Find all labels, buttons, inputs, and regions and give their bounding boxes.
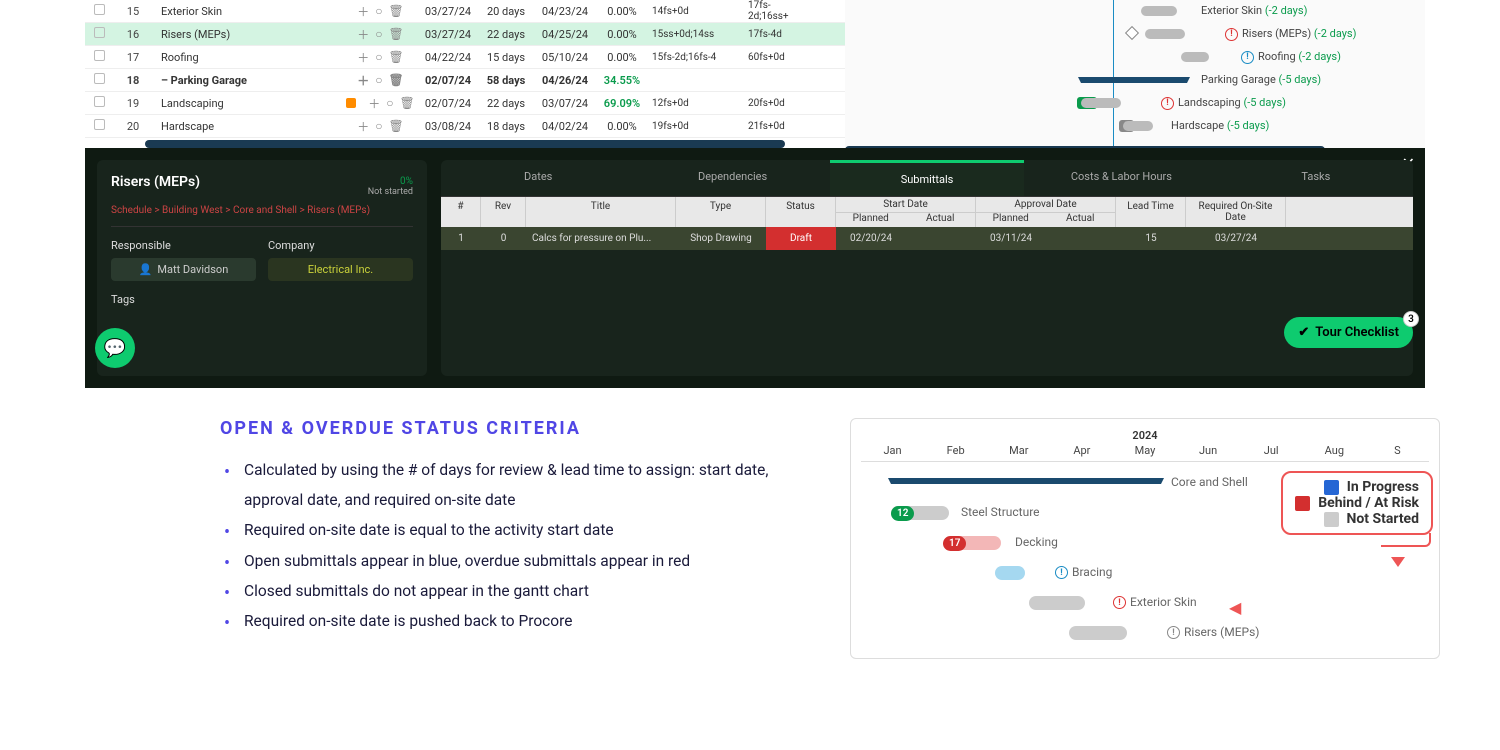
add-icon[interactable]: ＋ (357, 49, 369, 66)
doc-text: OPEN & OVERDUE STATUS CRITERIA Calculate… (220, 418, 820, 659)
gantt-bar[interactable] (1141, 6, 1177, 16)
status-badge: Draft (766, 227, 836, 250)
alert-icon: ! (1167, 626, 1180, 639)
gantt-bar[interactable] (1123, 121, 1153, 131)
row-checkbox[interactable] (94, 27, 105, 38)
gantt-bar[interactable] (1081, 98, 1121, 108)
add-icon[interactable]: ＋ (357, 72, 369, 89)
add-icon[interactable]: ＋ (357, 26, 369, 43)
list-item: Calculated by using the # of days for re… (220, 455, 820, 515)
submittals-header: # Rev Title Type Status Start Date Plann… (441, 197, 1413, 227)
tab-costs-labor-hours[interactable]: Costs & Labor Hours (1024, 160, 1218, 196)
tabs: DatesDependenciesSubmittalsCosts & Labor… (441, 160, 1413, 197)
trash-icon[interactable]: 🗑 (389, 119, 404, 133)
add-icon[interactable]: ＋ (357, 118, 369, 135)
gantt-row: 8Hardscape (-5 days) (845, 115, 1425, 138)
alert-icon: ! (1241, 51, 1254, 64)
responsible-chip[interactable]: 👤Matt Davidson (111, 258, 256, 281)
circle-icon[interactable]: ○ (375, 119, 382, 133)
trash-icon[interactable]: 🗑 (400, 96, 415, 110)
gantt-pane: Exterior Skin (-2 days)!Risers (MEPs) (-… (845, 0, 1425, 148)
responsible-label: Responsible (111, 239, 256, 252)
table-row[interactable]: 17 Roofing ＋○🗑 04/22/24 15 days 05/10/24… (85, 46, 845, 69)
gantt-bar[interactable] (1029, 596, 1085, 610)
list-item: Required on-site date is pushed back to … (220, 606, 820, 636)
company-label: Company (268, 239, 413, 252)
alert-icon: ! (1161, 97, 1174, 110)
gantt-row: !Roofing (-2 days) (845, 46, 1425, 69)
gantt-bar[interactable] (1145, 29, 1185, 39)
table-row[interactable]: 18 – Parking Garage ＋○🗑 02/07/24 58 days… (85, 69, 845, 92)
alert-icon: ! (1055, 566, 1068, 579)
gantt-row: Exterior Skin (-2 days) (845, 0, 1425, 23)
alert-icon: ! (1225, 28, 1238, 41)
arrow-left-icon: ◀ (1229, 598, 1241, 617)
alert-icon: ! (1113, 596, 1126, 609)
list-item: Required on-site date is equal to the ac… (220, 515, 820, 545)
row-checkbox[interactable] (94, 50, 105, 61)
gantt-row: !Exterior Skin◀ (861, 588, 1429, 618)
table-row[interactable]: 16 Risers (MEPs) ＋○🗑 03/27/24 22 days 04… (85, 23, 845, 46)
legend-item: In Progress (1295, 479, 1419, 495)
gantt-row: 12!Landscaping (-5 days) (845, 92, 1425, 115)
gantt-bar[interactable] (995, 566, 1025, 580)
list-item: Closed submittals do not appear in the g… (220, 576, 820, 606)
detail-tabs-panel: DatesDependenciesSubmittalsCosts & Labor… (441, 160, 1413, 376)
trash-icon[interactable]: 🗑 (389, 4, 404, 18)
table-row[interactable]: 19 Landscaping ＋○🗑 02/07/24 22 days 03/0… (85, 92, 845, 115)
tab-tasks[interactable]: Tasks (1219, 160, 1413, 196)
circle-icon[interactable]: ○ (386, 96, 393, 110)
row-checkbox[interactable] (94, 96, 105, 107)
tab-dependencies[interactable]: Dependencies (635, 160, 829, 196)
row-checkbox[interactable] (94, 119, 105, 130)
company-chip[interactable]: Electrical Inc. (268, 258, 413, 281)
gantt-bar[interactable] (1069, 626, 1127, 640)
row-checkbox[interactable] (94, 73, 105, 84)
tab-submittals[interactable]: Submittals (830, 160, 1024, 196)
add-icon[interactable]: ＋ (368, 95, 380, 112)
tour-count-badge: 3 (1403, 311, 1419, 327)
legend-item: Behind / At Risk (1295, 495, 1419, 511)
legend: In ProgressBehind / At RiskNot Started (1281, 471, 1433, 535)
circle-icon[interactable]: ○ (375, 73, 382, 87)
doc-title: OPEN & OVERDUE STATUS CRITERIA (220, 418, 820, 439)
trash-icon[interactable]: 🗑 (389, 50, 404, 64)
tour-checklist-button[interactable]: ✔ Tour Checklist 3 (1284, 317, 1413, 348)
gantt-row: !Bracing (861, 558, 1429, 588)
gantt-row: !Risers (MEPs) (-2 days) (845, 23, 1425, 46)
count-badge: 12 (891, 506, 914, 521)
trash-icon[interactable]: 🗑 (389, 27, 404, 41)
grid-hscroll[interactable] (145, 140, 785, 148)
table-row[interactable]: 1 0 Calcs for pressure on Plu... Shop Dr… (441, 227, 1413, 250)
circle-icon[interactable]: ○ (375, 27, 382, 41)
circle-icon[interactable]: ○ (375, 4, 382, 18)
chat-icon[interactable]: 💬 (95, 328, 135, 368)
check-icon: ✔ (1298, 325, 1309, 340)
doc-gantt: 2024 JanFebMarAprMayJunJulAugS Core and … (850, 418, 1440, 659)
schedule-grid: 15 Exterior Skin ＋○🗑 03/27/24 20 days 04… (85, 0, 845, 148)
table-row[interactable]: 15 Exterior Skin ＋○🗑 03/27/24 20 days 04… (85, 0, 845, 23)
table-row[interactable]: 20 Hardscape ＋○🗑 03/08/24 18 days 04/02/… (85, 115, 845, 138)
legend-item: Not Started (1295, 511, 1419, 527)
flag-icon (346, 98, 356, 108)
detail-summary: Risers (MEPs) 0% Not started Schedule > … (97, 160, 427, 376)
submittals-table: # Rev Title Type Status Start Date Plann… (441, 197, 1413, 250)
detail-pane: ✕ Risers (MEPs) 0% Not started Schedule … (85, 148, 1425, 388)
gantt-row: !Risers (MEPs) (861, 618, 1429, 648)
count-badge: 17 (943, 536, 966, 551)
tab-dates[interactable]: Dates (441, 160, 635, 196)
row-checkbox[interactable] (94, 4, 105, 15)
milestone-icon (1125, 26, 1139, 40)
gantt-row: Parking Garage (-5 days) (845, 69, 1425, 92)
gantt-bar[interactable] (1181, 52, 1209, 62)
circle-icon[interactable]: ○ (375, 50, 382, 64)
list-item: Open submittals appear in blue, overdue … (220, 546, 820, 576)
trash-icon[interactable]: 🗑 (389, 73, 404, 87)
tags-label: Tags (111, 293, 413, 306)
user-icon: 👤 (139, 263, 153, 276)
add-icon[interactable]: ＋ (357, 3, 369, 20)
breadcrumb[interactable]: Schedule > Building West > Core and Shel… (111, 205, 413, 227)
